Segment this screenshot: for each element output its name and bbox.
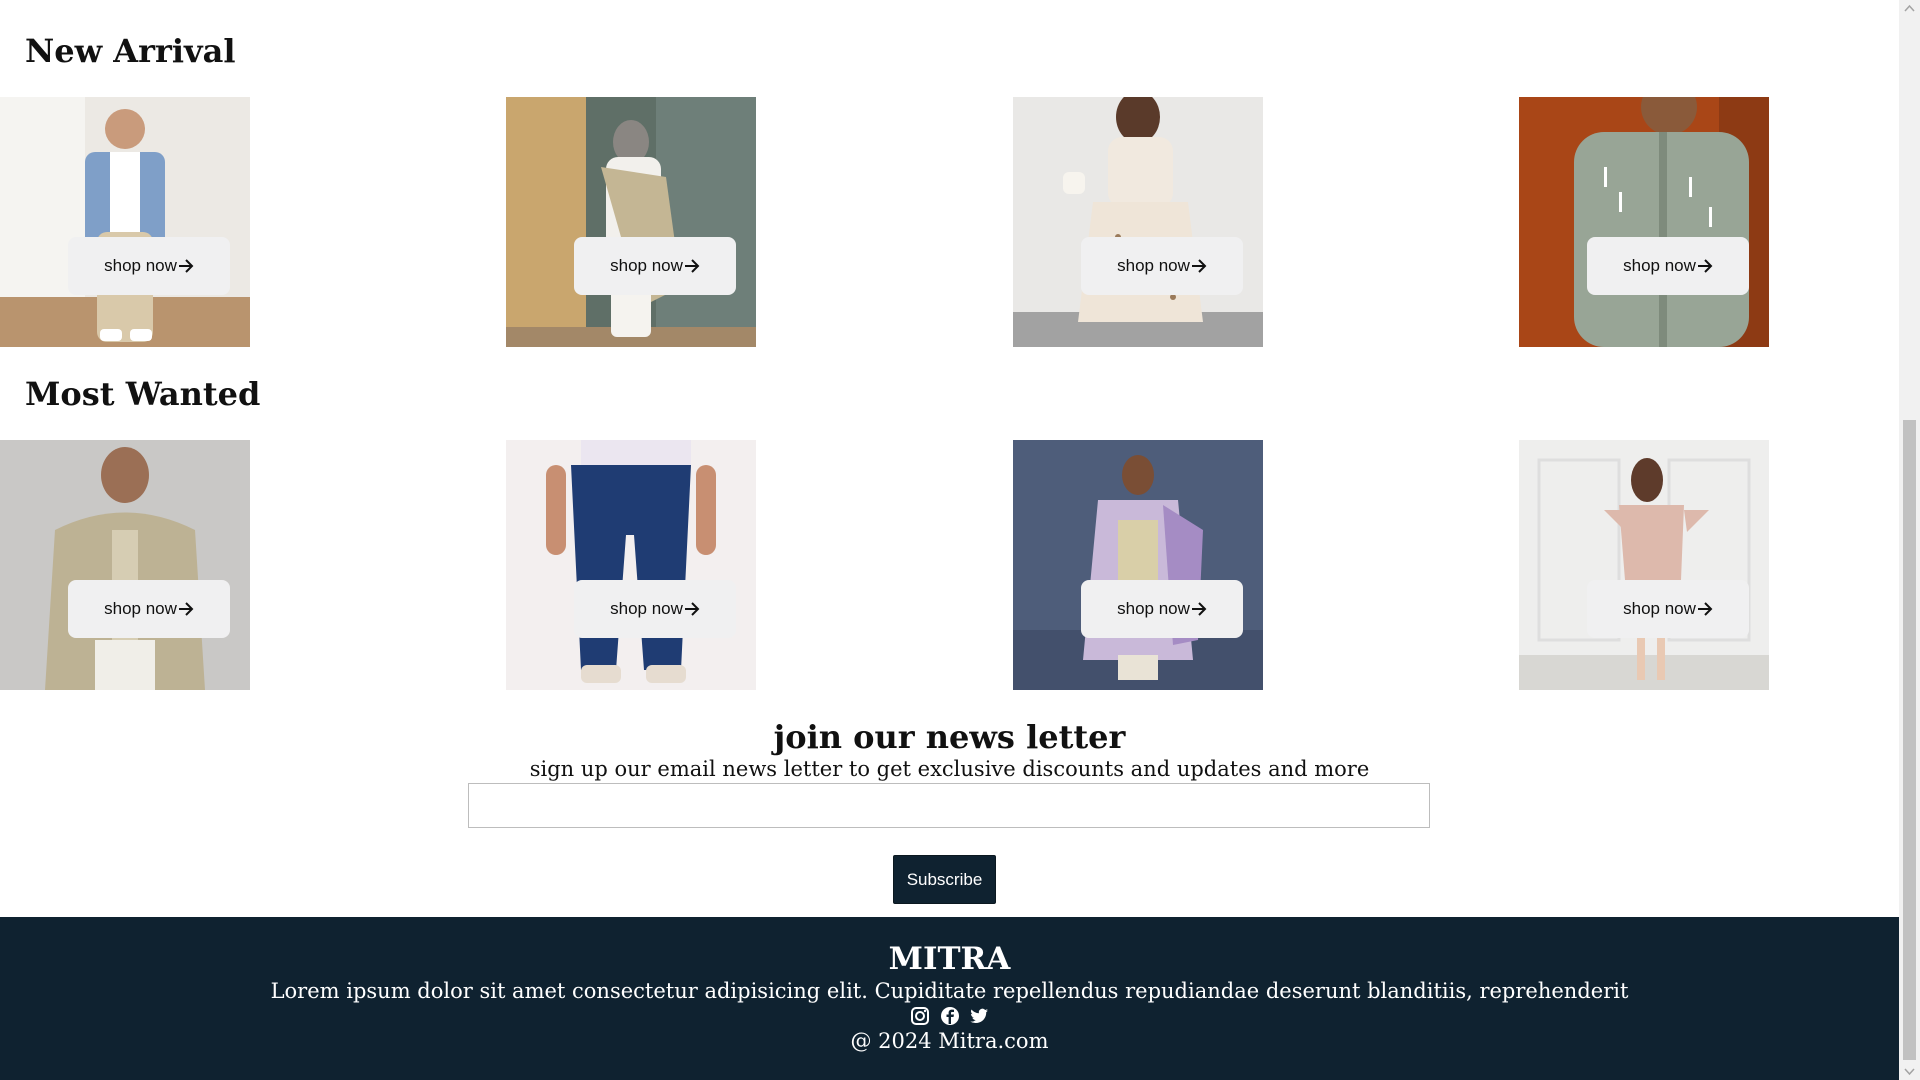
shop-now-button[interactable]: shop now	[1081, 237, 1243, 295]
product-card[interactable]: shop now	[1013, 97, 1263, 347]
shop-now-button[interactable]: shop now	[1587, 237, 1749, 295]
facebook-icon[interactable]	[940, 1006, 960, 1026]
footer-brand: MITRA	[888, 941, 1011, 977]
instagram-icon[interactable]	[910, 1006, 930, 1026]
product-image	[0, 97, 250, 347]
product-image	[1519, 440, 1769, 690]
product-card[interactable]: shop now	[1013, 440, 1263, 690]
product-image	[506, 440, 756, 690]
shop-now-label: shop now	[1117, 599, 1190, 618]
product-card[interactable]: shop now	[506, 440, 756, 690]
scroll-down-arrow-icon[interactable]	[1899, 1063, 1920, 1080]
product-card[interactable]: shop now	[1519, 97, 1769, 347]
section-title-new-arrival: New Arrival	[25, 32, 236, 70]
shop-now-label: shop now	[610, 256, 683, 275]
arrow-right-icon	[1697, 602, 1713, 616]
subscribe-button[interactable]: Subscribe	[893, 855, 996, 904]
shop-now-label: shop now	[610, 599, 683, 618]
footer: MITRA Lorem ipsum dolor sit amet consect…	[0, 917, 1899, 1080]
product-image	[506, 97, 756, 347]
social-icons	[0, 1005, 1899, 1027]
email-input[interactable]	[468, 783, 1430, 828]
product-card[interactable]: shop now	[0, 440, 250, 690]
shop-now-label: shop now	[104, 599, 177, 618]
arrow-right-icon	[178, 259, 194, 273]
product-image	[0, 440, 250, 690]
arrow-right-icon	[684, 602, 700, 616]
shop-now-button[interactable]: shop now	[1081, 580, 1243, 638]
product-card[interactable]: shop now	[0, 97, 250, 347]
scroll-up-arrow-icon[interactable]	[1899, 0, 1920, 17]
product-card[interactable]: shop now	[1519, 440, 1769, 690]
product-image	[1013, 440, 1263, 690]
shop-now-label: shop now	[1623, 256, 1696, 275]
scrollbar-thumb[interactable]	[1903, 420, 1916, 1060]
product-image	[1519, 97, 1769, 347]
arrow-right-icon	[1191, 259, 1207, 273]
product-card[interactable]: shop now	[506, 97, 756, 347]
section-title-most-wanted: Most Wanted	[25, 375, 261, 413]
arrow-right-icon	[1191, 602, 1207, 616]
newsletter-title: join our news letter	[773, 718, 1126, 756]
arrow-right-icon	[178, 602, 194, 616]
arrow-right-icon	[1697, 259, 1713, 273]
newsletter-subtitle: sign up our email news letter to get exc…	[529, 757, 1370, 781]
footer-text: Lorem ipsum dolor sit amet consectetur a…	[270, 979, 1629, 1003]
shop-now-button[interactable]: shop now	[574, 580, 736, 638]
shop-now-label: shop now	[1623, 599, 1696, 618]
page: New Arrival shop now shop now shop now s…	[0, 0, 1899, 1080]
shop-now-button[interactable]: shop now	[574, 237, 736, 295]
product-image	[1013, 97, 1263, 347]
twitter-icon[interactable]	[969, 1006, 989, 1026]
arrow-right-icon	[684, 259, 700, 273]
shop-now-label: shop now	[104, 256, 177, 275]
shop-now-label: shop now	[1117, 256, 1190, 275]
shop-now-button[interactable]: shop now	[68, 237, 230, 295]
shop-now-button[interactable]: shop now	[68, 580, 230, 638]
scrollbar[interactable]	[1899, 0, 1920, 1080]
shop-now-button[interactable]: shop now	[1587, 580, 1749, 638]
footer-copyright: @ 2024 Mitra.com	[850, 1029, 1049, 1053]
